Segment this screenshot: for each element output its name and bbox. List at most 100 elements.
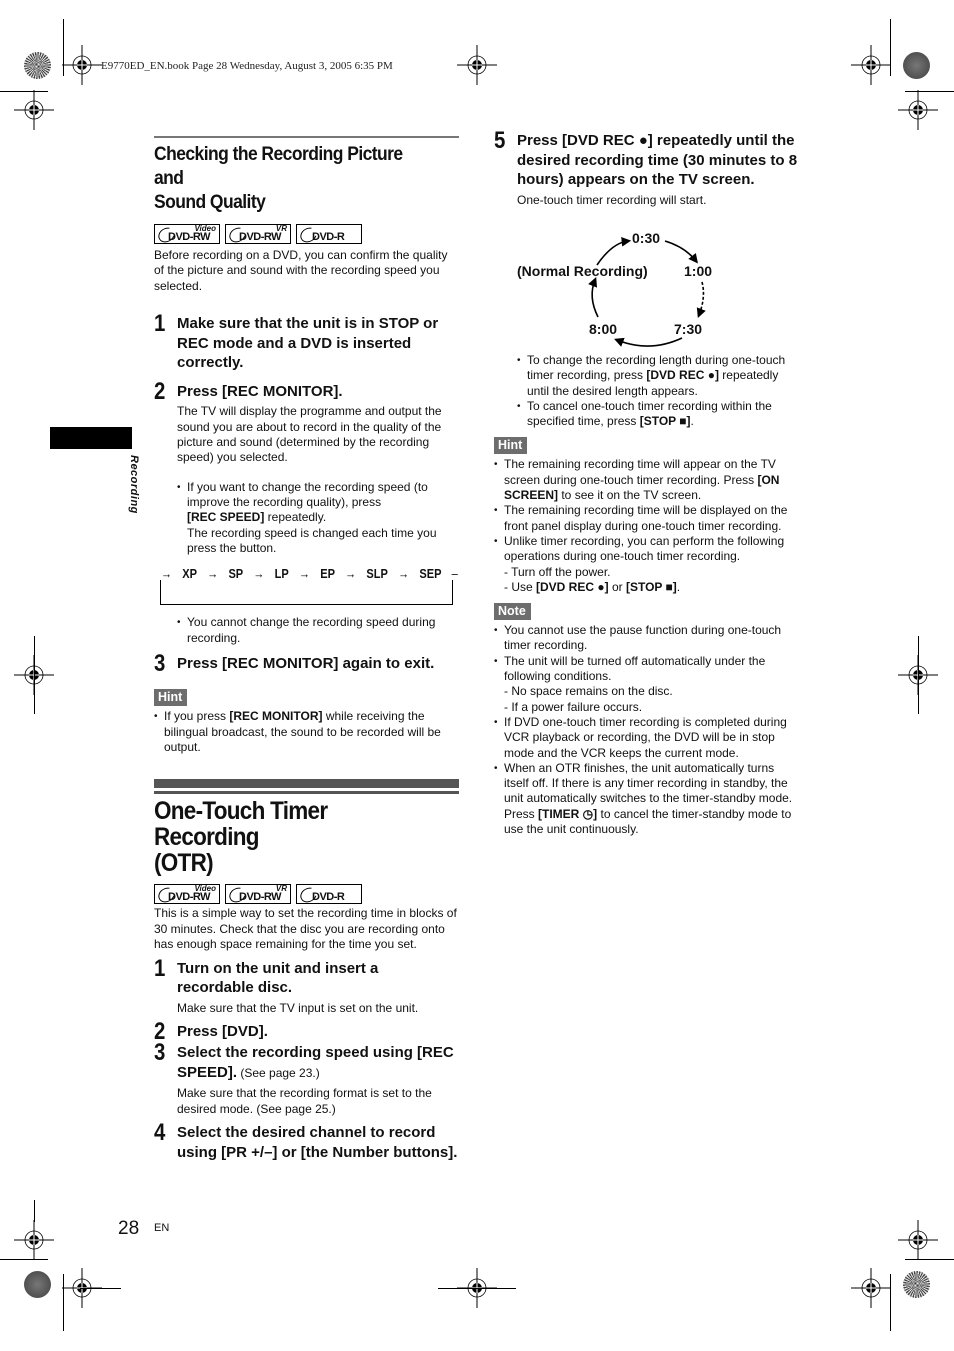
cycle-return-line: –: [451, 566, 458, 582]
page-language: EN: [154, 1222, 170, 1234]
speed-mode-sp: SP: [228, 566, 244, 582]
disc-logos: Video DVD-RW VR DVD-RW DVD-R: [154, 884, 459, 906]
note-item: When an OTR finishes, the unit automatic…: [494, 761, 799, 837]
dvd-rw-vr-logo: VR DVD-RW: [225, 884, 291, 906]
crop-line: [80, 1288, 121, 1289]
section-band: [154, 779, 459, 789]
otr-step-5: 5 Press [DVD REC ●] repeatedly until the…: [494, 127, 799, 208]
dvd-rw-video-logo: Video DVD-RW: [154, 884, 220, 906]
right-column-lower: To change the recording length during on…: [494, 353, 799, 837]
hint-label: Hint: [494, 437, 528, 455]
step-number: 3: [154, 1039, 166, 1067]
registration-mark-icon: [898, 1220, 938, 1260]
speed-mode-ep: EP: [320, 566, 335, 582]
otr-time-cycle-diagram: 0:30 (Normal Recording) 1:00 8:00 7:30: [500, 225, 740, 350]
heading-line: Checking the Recording Picture and: [154, 144, 403, 189]
crop-line: [438, 1288, 516, 1289]
heading-line: Sound Quality: [154, 192, 266, 213]
step-2-note: You cannot change the recording speed du…: [154, 615, 459, 646]
crop-line: [890, 19, 891, 76]
step-number: 5: [494, 127, 506, 154]
cycle-arrow: →: [161, 566, 173, 582]
step-title: Press [REC MONITOR].: [177, 382, 343, 400]
note-list: You cannot use the pause function during…: [494, 623, 799, 837]
step-number: 3: [154, 649, 166, 677]
step-description: Make sure that the recording format is s…: [177, 1086, 432, 1116]
registration-mark-icon: [851, 1268, 891, 1308]
speed-mode-xp: XP: [182, 566, 197, 582]
arrow-100-to-730: [696, 281, 706, 318]
crop-line: [34, 636, 35, 714]
step-number: 2: [154, 377, 166, 405]
registration-mark-icon: [851, 45, 891, 85]
cycle-label-800: 8:00: [589, 321, 618, 337]
step-title: Turn on the unit and insert a recordable…: [177, 959, 379, 997]
cycle-label-030: 0:30: [632, 230, 661, 246]
section-tab-label: Recording: [128, 455, 140, 514]
crop-line: [0, 1259, 48, 1260]
step-description: Make sure that the TV input is set on th…: [177, 1000, 419, 1015]
crop-line: [890, 1274, 891, 1331]
speed-mode-lp: LP: [274, 566, 289, 582]
speed-mode-slp: SLP: [366, 566, 388, 582]
section-tab-marker: [50, 427, 132, 449]
registration-mark-icon: [14, 1220, 54, 1260]
cycle-arrow: →: [345, 566, 357, 582]
cycle-arrow: →: [207, 566, 219, 582]
step-1: 1 Make sure that the unit is in STOP or …: [154, 310, 459, 373]
note-item: The unit will be turned off automaticall…: [494, 654, 799, 715]
heading-line: (OTR): [154, 849, 214, 878]
cycle-arrow: →: [398, 566, 410, 582]
step-number: 1: [154, 310, 166, 338]
cycle-arrow: →: [253, 566, 265, 582]
dvd-r-logo: DVD-R: [296, 224, 362, 246]
color-swirl-mark: [903, 52, 930, 79]
crop-line: [34, 1200, 35, 1222]
step-5-bullets: To change the recording length during on…: [494, 353, 799, 429]
step-number: 4: [154, 1119, 166, 1147]
bullet-list: If you want to change the recording spee…: [177, 480, 459, 556]
note-box: Note You cannot use the pause function d…: [494, 602, 799, 837]
arrow-800-to-normal: [588, 277, 599, 318]
speed-cycle-diagram: → XP → SP → LP → EP → SLP → SEP –: [160, 566, 458, 606]
cycle-label-normal: (Normal Recording): [517, 263, 648, 279]
page-number: 28: [118, 1218, 140, 1239]
otr-step-3: 3 Select the recording speed using [REC …: [154, 1039, 459, 1117]
bullet-item: You cannot change the recording speed du…: [177, 615, 459, 646]
step-3: 3 Press [REC MONITOR] again to exit.: [154, 650, 459, 677]
section-heading-otr: One-Touch Timer Recording (OTR): [154, 798, 429, 876]
step-title: Select the recording speed using [REC SP…: [177, 1044, 454, 1081]
color-swirl-mark: [24, 52, 51, 79]
cycle-arrow: →: [298, 566, 311, 582]
disc-logos: Video DVD-RW VR DVD-RW DVD-R: [154, 224, 459, 246]
dvd-rw-vr-logo: VR DVD-RW: [225, 224, 291, 246]
right-column: 5 Press [DVD REC ●] repeatedly until the…: [494, 127, 799, 208]
left-column: Checking the Recording Picture and Sound…: [154, 136, 459, 1162]
dvd-rw-video-logo: Video DVD-RW: [154, 224, 220, 246]
cycle-label-730: 7:30: [674, 321, 703, 337]
step-number: 1: [154, 954, 166, 982]
heading-line: One-Touch Timer Recording: [154, 797, 328, 852]
intro-text: This is a simple way to set the recordin…: [154, 906, 457, 952]
hint-list: The remaining recording time will appear…: [494, 457, 799, 595]
hint-label: Hint: [154, 689, 188, 707]
note-label: Note: [494, 603, 531, 621]
registration-mark-icon: [62, 45, 102, 85]
step-title: Make sure that the unit is in STOP or RE…: [177, 315, 439, 372]
bullet-item: To cancel one-touch timer recording with…: [517, 399, 799, 430]
arrow-730-to-800: [614, 337, 683, 347]
step-title: Select the desired channel to record usi…: [177, 1124, 458, 1161]
cycle-arrows: [588, 237, 706, 347]
print-header: E9770ED_EN.book Page 28 Wednesday, Augus…: [101, 60, 393, 72]
step-title: Press [DVD REC ●] repeatedly until the d…: [517, 132, 798, 188]
intro-text: Before recording on a DVD, you can confi…: [154, 248, 448, 293]
step-description: The TV will display the programme and ou…: [177, 404, 442, 465]
color-swirl-mark: [903, 1271, 930, 1298]
section-rule: [154, 136, 459, 138]
hint-item: Unlike timer recording, you can perform …: [494, 534, 799, 595]
note-item: If DVD one-touch timer recording is comp…: [494, 715, 799, 761]
otr-step-1: 1 Turn on the unit and insert a recordab…: [154, 955, 459, 1016]
arrow-normal-to-030: [596, 237, 632, 266]
speed-mode-sep: SEP: [419, 566, 442, 582]
bullet-item: If you want to change the recording spee…: [177, 480, 459, 556]
